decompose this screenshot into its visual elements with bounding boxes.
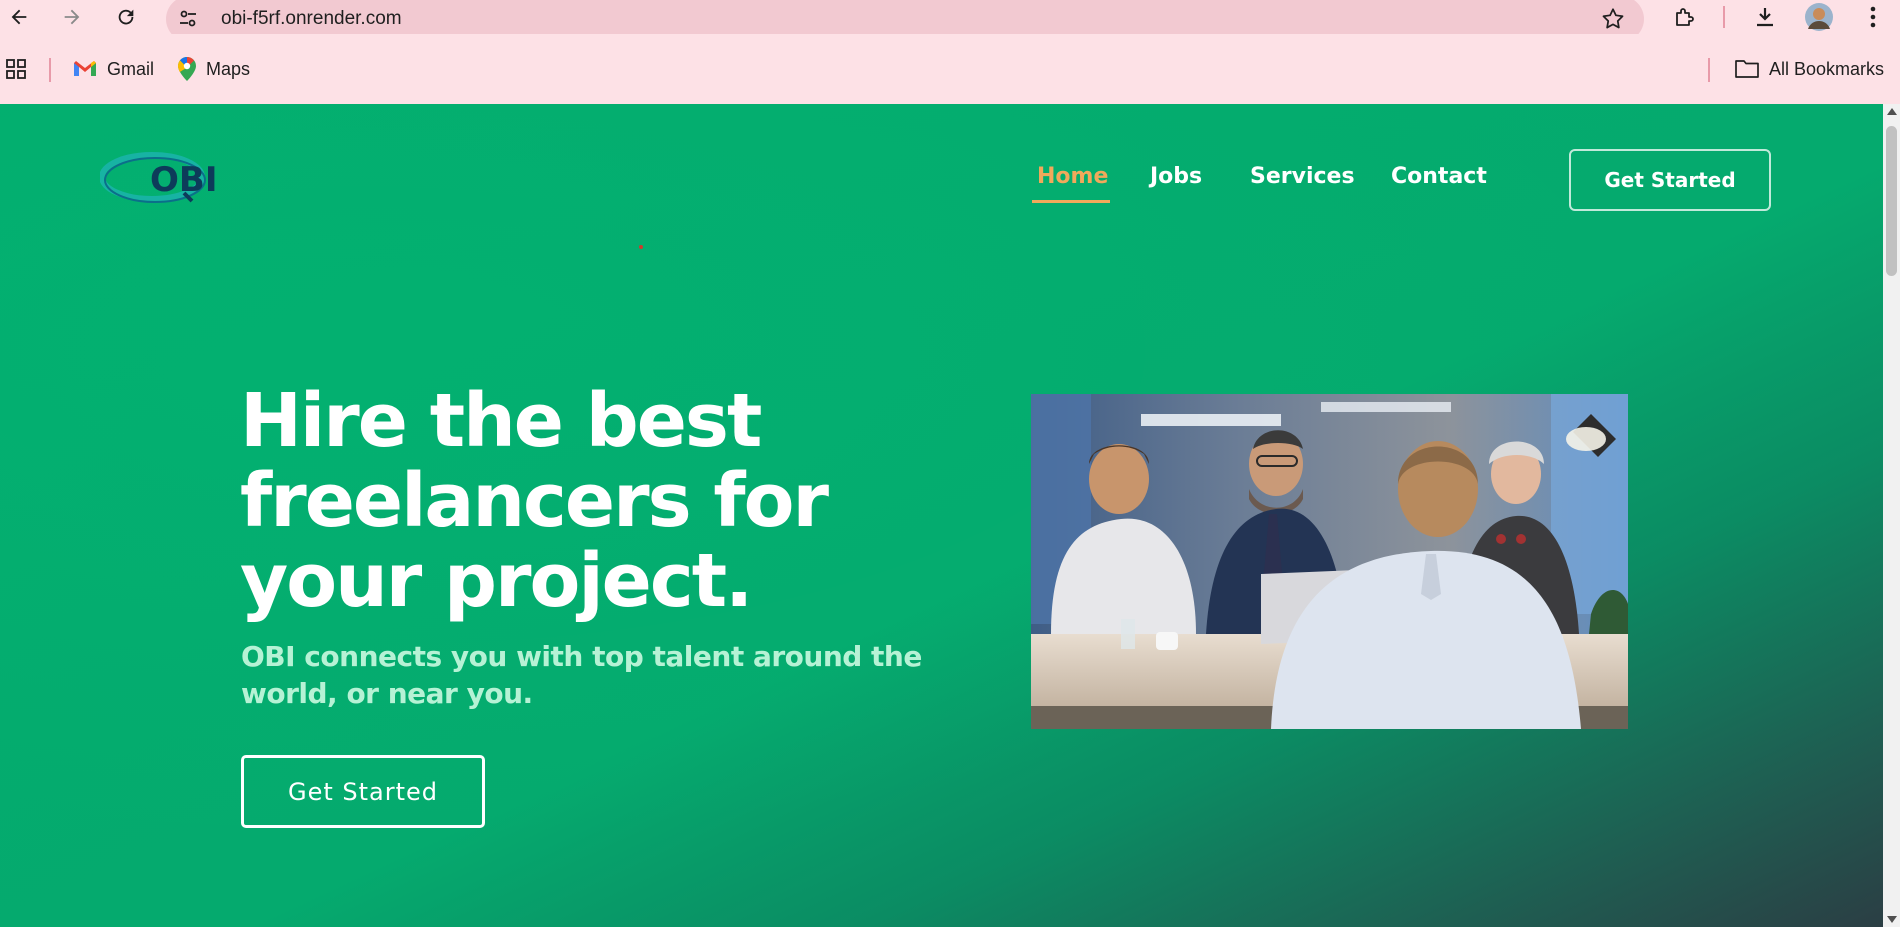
extensions-icon[interactable] (1670, 2, 1700, 32)
site-info-icon[interactable] (178, 9, 198, 29)
gmail-icon (74, 61, 96, 76)
hero-title: Hire the best freelancers for your proje… (240, 378, 829, 624)
folder-icon (1735, 60, 1759, 78)
all-bookmarks-button[interactable]: All Bookmarks (1735, 54, 1884, 84)
bookmark-label: Maps (206, 58, 251, 79)
nav-services[interactable]: Services (1250, 164, 1355, 189)
toolbar-divider (1723, 6, 1725, 28)
header-get-started-button[interactable]: Get Started (1569, 149, 1771, 211)
scroll-up-icon[interactable] (1887, 108, 1897, 115)
hero-meeting-image (1031, 394, 1628, 729)
stray-dot (639, 245, 643, 249)
hero-subtitle: OBI connects you with top talent around … (241, 640, 922, 710)
back-icon[interactable] (4, 2, 34, 32)
nav-home[interactable]: Home (1037, 164, 1108, 189)
browser-toolbar: obi-f5rf.onrender.com (0, 0, 1900, 42)
bookmarks-bar: Gmail Maps All Bookmarks (0, 34, 1900, 104)
forward-icon[interactable] (57, 2, 87, 32)
url-text[interactable]: obi-f5rf.onrender.com (221, 8, 402, 30)
hero-get-started-button[interactable]: Get Started (241, 755, 485, 828)
profile-avatar[interactable] (1804, 2, 1834, 32)
bookmark-star-icon[interactable] (1600, 6, 1626, 32)
page-scrollbar[interactable] (1883, 104, 1900, 927)
scroll-down-icon[interactable] (1887, 916, 1897, 923)
scrollbar-thumb[interactable] (1886, 126, 1897, 276)
maps-icon (178, 57, 196, 81)
bookmark-gmail[interactable]: Gmail (73, 54, 154, 84)
meeting-photo-icon (1031, 394, 1628, 729)
bookmark-maps[interactable]: Maps (178, 54, 250, 84)
bookmark-divider (49, 58, 51, 82)
bookmark-divider (1708, 58, 1710, 82)
nav-contact[interactable]: Contact (1391, 164, 1487, 189)
all-bookmarks-label: All Bookmarks (1769, 58, 1885, 79)
download-icon[interactable] (1750, 2, 1780, 32)
apps-grid-icon[interactable] (6, 54, 36, 84)
active-nav-indicator (1032, 200, 1110, 203)
page-viewport: OBI Home Jobs Services Contact Get Start… (0, 104, 1883, 927)
bookmark-label: Gmail (107, 58, 155, 79)
reload-icon[interactable] (111, 2, 141, 32)
site-logo[interactable]: OBI (99, 147, 250, 213)
nav-jobs[interactable]: Jobs (1150, 164, 1202, 189)
menu-kebab-icon[interactable] (1858, 2, 1888, 32)
